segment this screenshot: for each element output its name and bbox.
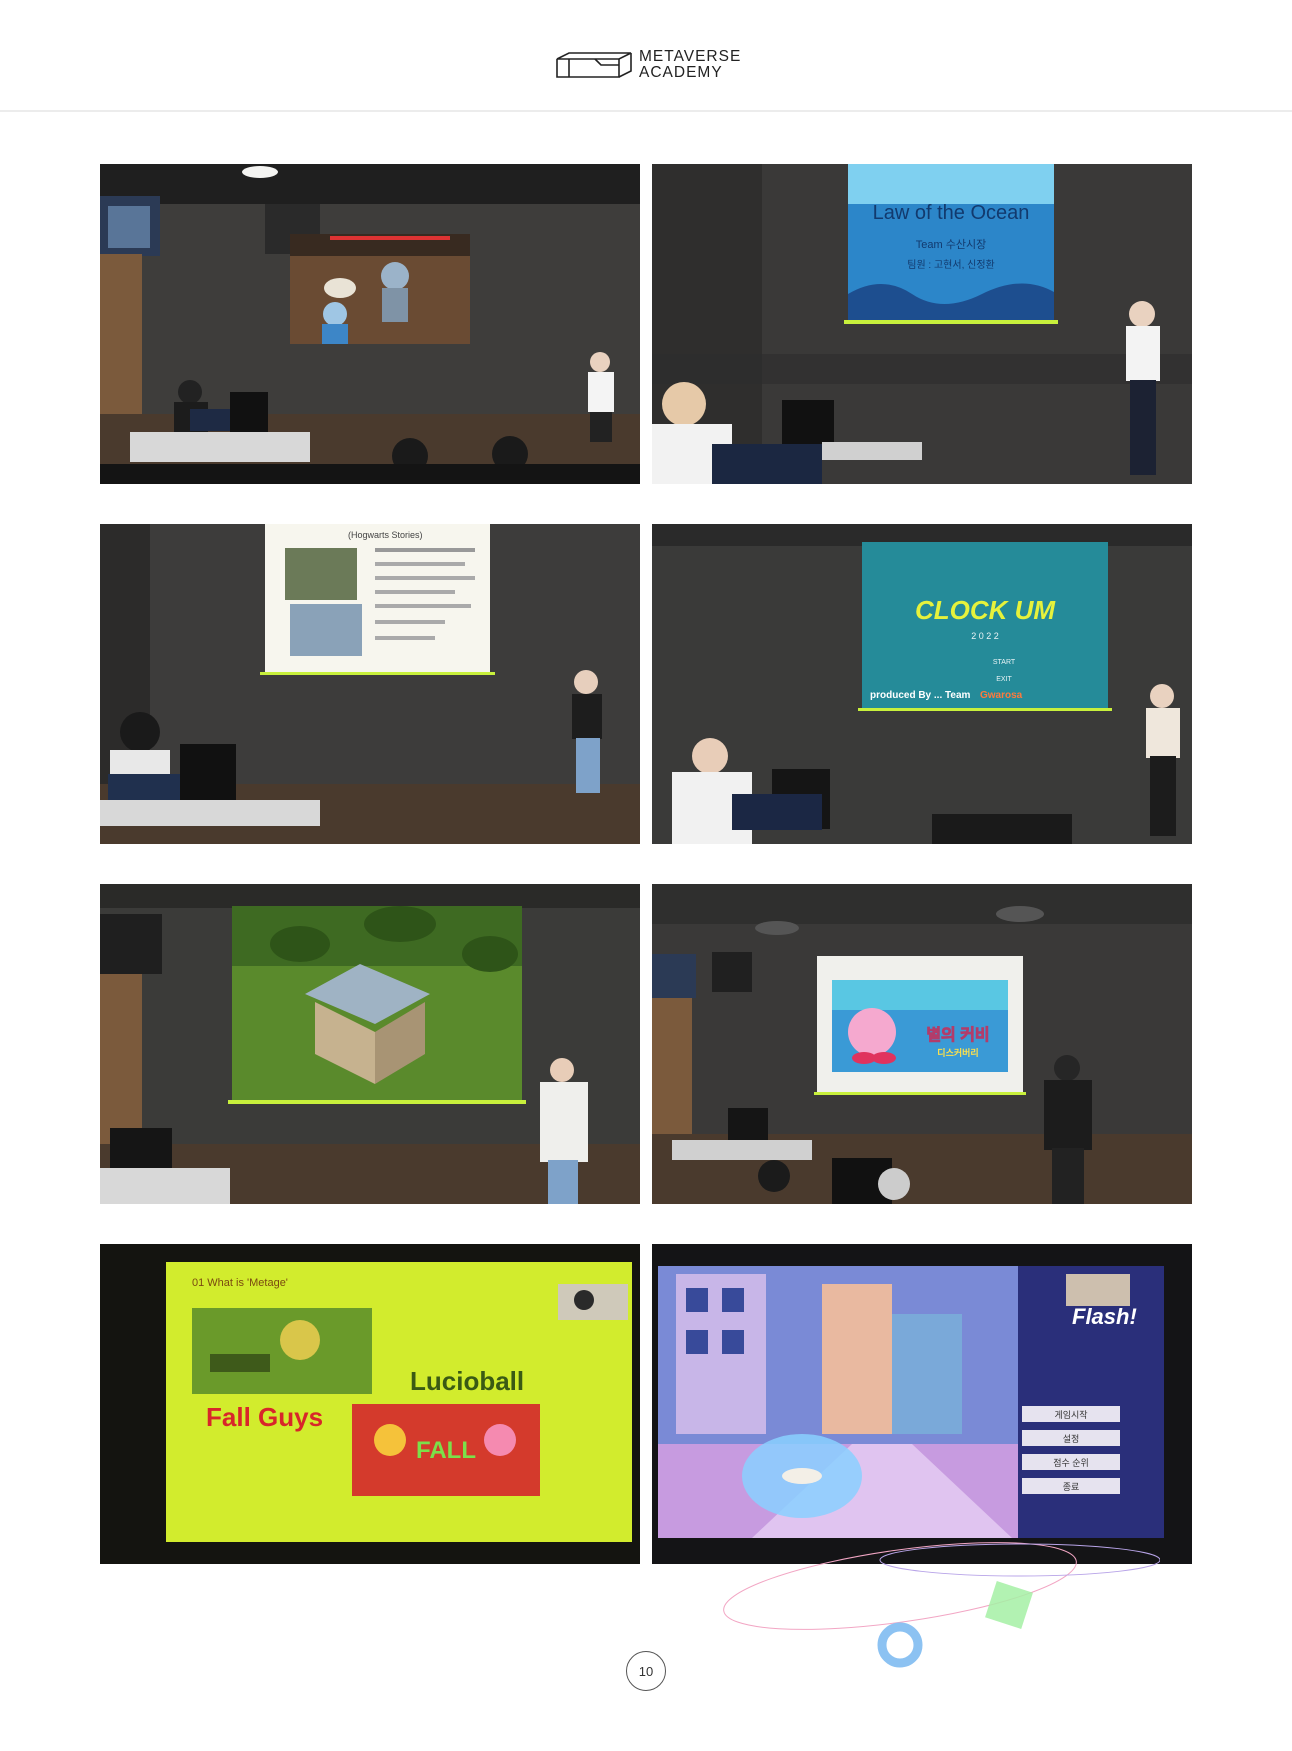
photo-kirby-discovery: 별의 커비 디스커버리	[652, 884, 1192, 1204]
photo-farm-house-game	[100, 884, 640, 1204]
clockum-credit: produced By ... Team	[870, 690, 970, 701]
kirby-caption: 별의 커비	[926, 1026, 989, 1044]
flash-menu-ranking: 점수 순위	[1053, 1457, 1089, 1468]
flash-menu-start: 게임시작	[1054, 1409, 1087, 1420]
brand-line-2: ACADEMY	[639, 64, 723, 81]
hogwarts-title: (Hogwarts Stories)	[348, 530, 423, 540]
photo-metage-presentation: 01 What is 'Metage' Lucioball Fall Guys …	[100, 1244, 640, 1564]
label-lucioball: Lucioball	[410, 1366, 524, 1396]
photo-law-of-the-ocean: Law of the Ocean Team 수산시장 팀원 : 고현서, 신정환	[652, 164, 1192, 484]
clockum-team: Gwarosa	[980, 690, 1023, 701]
label-fall-guys: Fall Guys	[206, 1402, 323, 1432]
brand-line-1: METAVERSE	[639, 48, 742, 65]
clockum-title: CLOCK UM	[915, 595, 1056, 625]
page-number: 10	[626, 1651, 666, 1691]
metage-heading: 01 What is 'Metage'	[192, 1277, 288, 1289]
ocean-title: Law of the Ocean	[873, 202, 1030, 224]
photo-clockum: CLOCK UM 2 0 2 2 START EXIT produced By …	[652, 524, 1192, 844]
flash-menu-quit: 종료	[1063, 1482, 1080, 1492]
photo-robot-boss-game	[100, 164, 640, 484]
ocean-members: 팀원 : 고현서, 신정환	[907, 259, 995, 271]
photo-flash-game: Flash! 게임시작 설정 점수 순위 종료	[652, 1244, 1192, 1564]
orbit-decoration	[723, 1542, 1160, 1668]
clockum-year: 2 0 2 2	[971, 631, 999, 641]
flash-title: Flash!	[1072, 1304, 1137, 1329]
clockum-exit: EXIT	[996, 676, 1012, 683]
kirby-sub: 디스커버리	[937, 1047, 978, 1058]
page-header: METAVERSE ACADEMY	[0, 0, 1292, 112]
flash-menu-settings: 설정	[1063, 1434, 1080, 1444]
metaverse-academy-logo: METAVERSE ACADEMY	[555, 48, 741, 82]
fall-badge: FALL	[416, 1437, 476, 1464]
ocean-team: Team 수산시장	[916, 238, 986, 251]
photo-hogwarts-stories: (Hogwarts Stories)	[100, 524, 640, 844]
clockum-start: START	[993, 659, 1016, 666]
cube-logo-icon	[556, 52, 632, 78]
